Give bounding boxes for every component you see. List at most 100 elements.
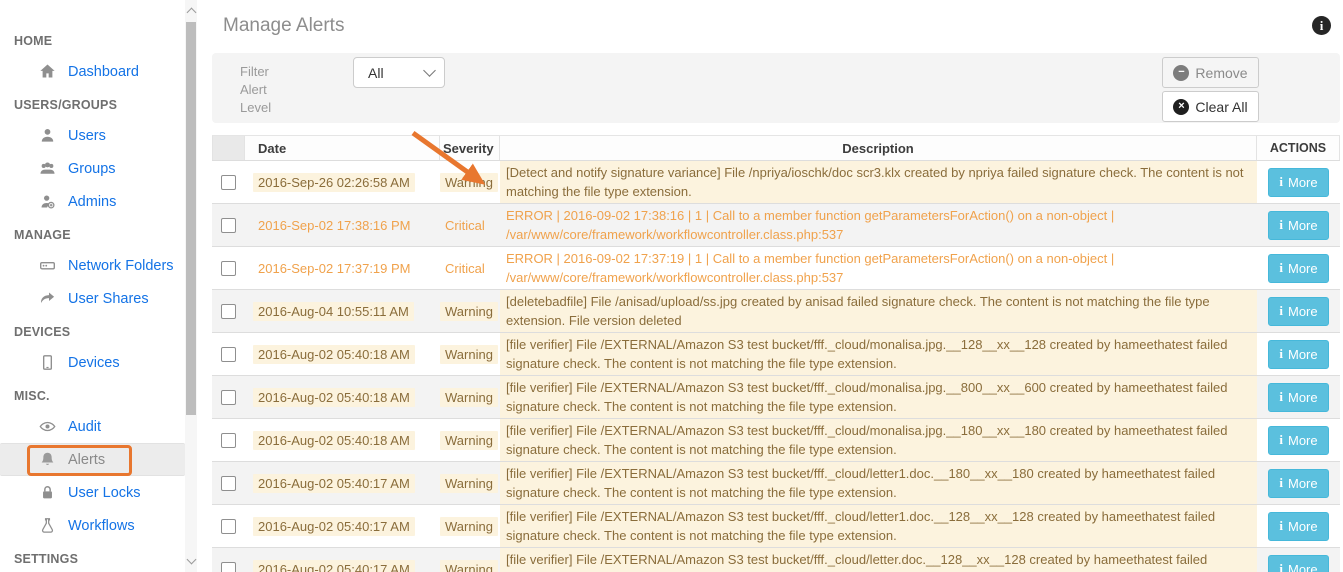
alerts-table: Date Severity Description ACTIONS 2016-S…	[212, 135, 1340, 572]
sidebar-item-devices[interactable]: Devices	[0, 346, 185, 379]
admin-icon	[38, 193, 56, 211]
info-icon: i	[1279, 432, 1283, 448]
table-header-row: Date Severity Description ACTIONS	[212, 135, 1340, 161]
table-row: 2016-Sep-26 02:26:58 AM Warning [Detect …	[212, 161, 1340, 204]
manage-alerts-page: HOME Dashboard USERS/GROUPS Users Groups…	[0, 0, 1343, 572]
sidebar-item-user-shares[interactable]: User Shares	[0, 282, 185, 315]
table-row: 2016-Sep-02 17:38:16 PM Critical ERROR |…	[212, 204, 1340, 247]
sidebar-item-user-locks[interactable]: User Locks	[0, 476, 185, 509]
table-row: 2016-Aug-02 05:40:18 AM Warning [file ve…	[212, 333, 1340, 376]
row-checkbox[interactable]	[221, 347, 236, 362]
sidebar-item-workflows[interactable]: Workflows	[0, 509, 185, 542]
clear-all-button[interactable]: × Clear All	[1162, 91, 1259, 122]
info-icon: i	[1279, 303, 1283, 319]
row-checkbox[interactable]	[221, 433, 236, 448]
minus-circle-icon: −	[1173, 65, 1189, 81]
info-icon: i	[1279, 389, 1283, 405]
more-button[interactable]: iMore	[1268, 340, 1328, 369]
sidebar: HOME Dashboard USERS/GROUPS Users Groups…	[0, 0, 197, 572]
alert-date: 2016-Aug-02 05:40:17 AM	[253, 517, 415, 536]
info-icon: i	[1279, 174, 1283, 190]
scroll-up-icon[interactable]	[187, 8, 197, 18]
alert-date: 2016-Aug-02 05:40:18 AM	[253, 431, 415, 450]
row-checkbox[interactable]	[221, 390, 236, 405]
sidebar-section-label: USERS/GROUPS	[14, 98, 185, 115]
alert-severity-badge: Critical	[440, 216, 490, 235]
alert-severity-badge: Warning	[440, 560, 498, 572]
scroll-down-icon[interactable]	[187, 555, 197, 565]
remove-button[interactable]: − Remove	[1162, 57, 1259, 88]
alert-description: [file verifier] File /EXTERNAL/Amazon S3…	[500, 376, 1257, 418]
table-row: 2016-Aug-02 05:40:18 AM Warning [file ve…	[212, 376, 1340, 419]
page-title: Manage Alerts	[223, 15, 344, 37]
filter-bar: Filter Alert Level All − Remove × Clear …	[212, 53, 1340, 123]
select-column-header	[212, 136, 245, 160]
table-row: 2016-Aug-04 10:55:11 AM Warning [deleteb…	[212, 290, 1340, 333]
scrollbar-thumb[interactable]	[186, 22, 196, 415]
device-icon	[38, 354, 56, 372]
share-arrow-icon	[38, 290, 56, 308]
description-column-header[interactable]: Description	[500, 136, 1257, 160]
more-button[interactable]: iMore	[1268, 426, 1328, 455]
more-button[interactable]: iMore	[1268, 555, 1328, 572]
alert-level-select[interactable]: All	[353, 57, 445, 88]
filter-label: Filter Alert Level	[240, 63, 271, 117]
table-row: 2016-Aug-02 05:40:17 AM Warning [file ve…	[212, 505, 1340, 548]
network-folder-icon	[38, 257, 56, 275]
row-checkbox[interactable]	[221, 175, 236, 190]
cross-circle-icon: ×	[1173, 99, 1189, 115]
alert-description: ERROR | 2016-09-02 17:38:16 | 1 | Call t…	[500, 204, 1257, 246]
info-icon: i	[1279, 475, 1283, 491]
info-icon: i	[1279, 518, 1283, 534]
sidebar-section-label: SETTINGS	[14, 552, 185, 569]
info-icon[interactable]: i	[1312, 16, 1331, 35]
row-checkbox[interactable]	[221, 304, 236, 319]
severity-column-header[interactable]: Severity	[440, 136, 500, 160]
alert-date: 2016-Sep-02 17:38:16 PM	[253, 216, 416, 235]
alert-severity-badge: Warning	[440, 302, 498, 321]
eye-icon	[38, 418, 56, 436]
sidebar-scrollbar[interactable]	[185, 0, 197, 572]
main-content: Manage Alerts i Filter Alert Level All −…	[212, 0, 1340, 572]
alert-severity-badge: Warning	[440, 388, 498, 407]
sidebar-item-alerts[interactable]: Alerts	[0, 443, 185, 476]
alert-description: [file verifier] File /EXTERNAL/Amazon S3…	[500, 462, 1257, 504]
sidebar-item-audit[interactable]: Audit	[0, 410, 185, 443]
alert-date: 2016-Aug-02 05:40:17 AM	[253, 474, 415, 493]
sidebar-item-groups[interactable]: Groups	[0, 152, 185, 185]
alert-description: [file verifier] File /EXTERNAL/Amazon S3…	[500, 505, 1257, 547]
table-row: 2016-Sep-02 17:37:19 PM Critical ERROR |…	[212, 247, 1340, 290]
alert-severity-badge: Critical	[440, 259, 490, 278]
sidebar-section-label: MANAGE	[14, 228, 185, 245]
row-checkbox[interactable]	[221, 218, 236, 233]
row-checkbox[interactable]	[221, 562, 236, 572]
table-row: 2016-Aug-02 05:40:18 AM Warning [file ve…	[212, 419, 1340, 462]
row-checkbox[interactable]	[221, 519, 236, 534]
sidebar-item-users[interactable]: Users	[0, 119, 185, 152]
more-button[interactable]: iMore	[1268, 512, 1328, 541]
row-checkbox[interactable]	[221, 261, 236, 276]
info-icon: i	[1279, 346, 1283, 362]
alert-description: [file verifier] File /EXTERNAL/Amazon S3…	[500, 548, 1257, 572]
actions-column-header: ACTIONS	[1257, 136, 1340, 160]
flask-icon	[38, 517, 56, 535]
row-checkbox[interactable]	[221, 476, 236, 491]
alert-date: 2016-Aug-02 05:40:18 AM	[253, 345, 415, 364]
more-button[interactable]: iMore	[1268, 254, 1328, 283]
more-button[interactable]: iMore	[1268, 297, 1328, 326]
sidebar-item-network-folders[interactable]: Network Folders	[0, 249, 185, 282]
sidebar-item-dashboard[interactable]: Dashboard	[0, 55, 185, 88]
more-button[interactable]: iMore	[1268, 469, 1328, 498]
sidebar-item-admins[interactable]: Admins	[0, 185, 185, 218]
alert-severity-badge: Warning	[440, 345, 498, 364]
home-icon	[38, 63, 56, 81]
more-button[interactable]: iMore	[1268, 383, 1328, 412]
info-icon: i	[1279, 217, 1283, 233]
user-icon	[38, 127, 56, 145]
more-button[interactable]: iMore	[1268, 211, 1328, 240]
chevron-down-icon	[423, 64, 436, 77]
alert-description: [Detect and notify signature variance] F…	[500, 161, 1257, 203]
more-button[interactable]: iMore	[1268, 168, 1328, 197]
date-column-header[interactable]: Date	[245, 136, 440, 160]
alert-date: 2016-Aug-02 05:40:17 AM	[253, 560, 415, 572]
